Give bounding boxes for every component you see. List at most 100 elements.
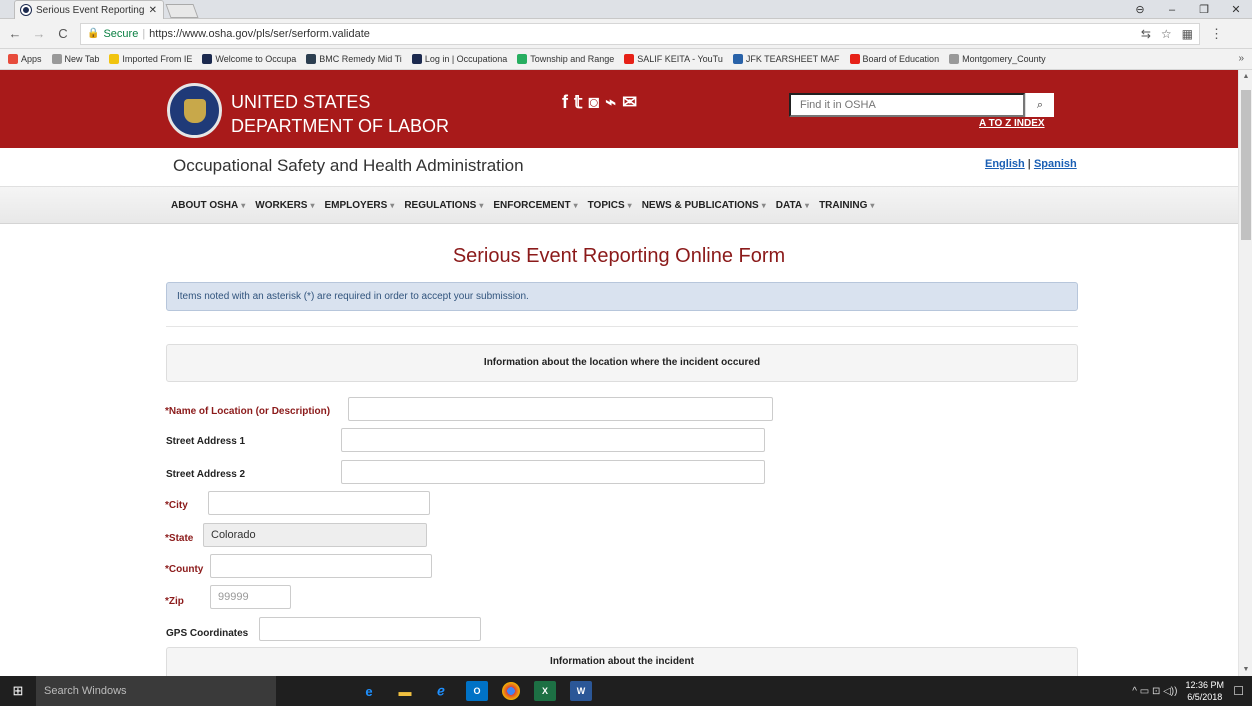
state-field[interactable] bbox=[203, 523, 427, 547]
extension-icon[interactable]: ▦ bbox=[1182, 27, 1193, 41]
browser-tab[interactable]: Serious Event Reporting · ✕ bbox=[14, 0, 164, 19]
city-field[interactable] bbox=[208, 491, 430, 515]
chrome-icon[interactable] bbox=[502, 682, 520, 700]
translate-icon[interactable]: ⇆ bbox=[1141, 27, 1151, 41]
bookmark-item[interactable]: Apps bbox=[8, 54, 42, 64]
excel-icon[interactable]: X bbox=[534, 681, 556, 701]
zip-label: *Zip bbox=[165, 596, 184, 607]
bookmark-item[interactable]: New Tab bbox=[51, 54, 99, 64]
reload-icon[interactable]: C bbox=[56, 26, 70, 41]
nav-item[interactable]: EMPLOYERS ▾ bbox=[325, 200, 395, 211]
nav-item[interactable]: ENFORCEMENT ▾ bbox=[493, 200, 577, 211]
minimize-button[interactable]: – bbox=[1156, 4, 1188, 16]
chevron-down-icon: ▾ bbox=[627, 200, 632, 210]
dol-title[interactable]: UNITED STATES DEPARTMENT OF LABOR bbox=[231, 90, 449, 138]
bookmark-item[interactable]: JFK TEARSHEET MAF bbox=[732, 54, 840, 64]
search-icon[interactable]: ⌕ bbox=[1025, 93, 1054, 117]
clock[interactable]: 12:36 PM 6/5/2018 bbox=[1185, 679, 1224, 703]
zip-label-text: Zip bbox=[168, 596, 184, 607]
gps-coordinates-label: GPS Coordinates bbox=[166, 628, 249, 639]
nav-item[interactable]: NEWS & PUBLICATIONS ▾ bbox=[642, 200, 766, 211]
nav-item[interactable]: TRAINING ▾ bbox=[819, 200, 874, 211]
bookmark-star-icon[interactable]: ☆ bbox=[1161, 27, 1172, 41]
scrollbar-thumb[interactable] bbox=[1241, 90, 1251, 240]
bookmark-icon bbox=[411, 54, 422, 64]
bookmark-icon bbox=[849, 54, 860, 64]
county-field[interactable] bbox=[210, 554, 432, 578]
street-address-1-field[interactable] bbox=[341, 428, 765, 452]
location-name-field[interactable] bbox=[348, 397, 773, 421]
facebook-icon[interactable]: f bbox=[562, 92, 568, 113]
word-icon[interactable]: W bbox=[570, 681, 592, 701]
nav-item-label: TRAINING bbox=[819, 199, 868, 211]
street-address-2-field[interactable] bbox=[341, 460, 765, 484]
nav-item[interactable]: TOPICS ▾ bbox=[588, 200, 632, 211]
bookmark-item[interactable]: BMC Remedy Mid Ti bbox=[306, 54, 402, 64]
system-tray: ^ ▭ ⊡ ◁)) 12:36 PM 6/5/2018 bbox=[1132, 676, 1224, 706]
bookmarks-overflow-icon[interactable]: » bbox=[1238, 53, 1244, 64]
chevron-down-icon: ▾ bbox=[479, 200, 484, 210]
nav-item-label: NEWS & PUBLICATIONS bbox=[641, 199, 759, 211]
tab-title: Serious Event Reporting · bbox=[36, 4, 144, 16]
tab-close-icon[interactable]: ✕ bbox=[149, 5, 157, 16]
osha-favicon-icon bbox=[21, 5, 31, 15]
browser-tab-strip: Serious Event Reporting · ✕ ⊖ – ❐ ✕ bbox=[0, 0, 1252, 19]
internet-explorer-icon[interactable]: ℯ bbox=[430, 681, 452, 701]
street-address-2-label: Street Address 2 bbox=[166, 469, 246, 480]
url-separator: | bbox=[142, 27, 146, 40]
gps-coordinates-field[interactable] bbox=[259, 617, 481, 641]
spanish-link[interactable]: Spanish bbox=[1034, 158, 1077, 170]
nav-item-label: REGULATIONS bbox=[404, 199, 477, 211]
profile-icon[interactable]: ⊖ bbox=[1124, 3, 1156, 16]
taskbar-search-input[interactable]: Search Windows bbox=[36, 676, 276, 706]
chrome-menu-icon[interactable]: ⋮ bbox=[1210, 26, 1223, 42]
maximize-button[interactable]: ❐ bbox=[1188, 3, 1220, 16]
bookmark-item[interactable]: Log in | Occupationa bbox=[411, 54, 508, 64]
nav-item[interactable]: ABOUT OSHA ▾ bbox=[171, 200, 245, 211]
agency-title[interactable]: Occupational Safety and Health Administr… bbox=[173, 156, 524, 176]
bookmark-item[interactable]: Montgomery_County bbox=[949, 54, 1046, 64]
bookmark-item[interactable]: Board of Education bbox=[849, 54, 939, 64]
site-search-input[interactable] bbox=[789, 93, 1025, 117]
instagram-icon[interactable]: ◙ bbox=[588, 92, 599, 113]
dol-seal-logo[interactable] bbox=[167, 83, 222, 138]
dol-title-line2: DEPARTMENT OF LABOR bbox=[231, 116, 450, 136]
back-arrow-icon[interactable]: ← bbox=[8, 26, 22, 41]
rss-icon[interactable]: ⌁ bbox=[605, 92, 616, 113]
email-icon[interactable]: ✉ bbox=[622, 92, 637, 113]
taskbar-apps: e ▬ ℯ O X W bbox=[358, 681, 592, 701]
zip-field[interactable] bbox=[210, 585, 291, 609]
bookmark-item[interactable]: Township and Range bbox=[517, 54, 614, 64]
nav-item[interactable]: REGULATIONS ▾ bbox=[404, 200, 483, 211]
bookmark-label: BMC Remedy Mid Ti bbox=[319, 54, 402, 64]
url-bar[interactable]: 🔒 Secure | https://www.osha.gov/pls/ser/… bbox=[80, 22, 1200, 45]
english-link[interactable]: English bbox=[985, 158, 1025, 170]
notification-icon[interactable]: ☐ bbox=[1233, 684, 1244, 698]
bookmark-icon bbox=[202, 54, 213, 64]
outlook-icon[interactable]: O bbox=[466, 681, 488, 701]
nav-item[interactable]: WORKERS ▾ bbox=[255, 200, 314, 211]
bookmark-item[interactable]: SALIF KEITA - YouTu bbox=[624, 54, 723, 64]
nav-item-label: WORKERS bbox=[255, 199, 308, 211]
bookmark-label: Log in | Occupationa bbox=[424, 54, 508, 64]
bookmark-item[interactable]: Imported From IE bbox=[109, 54, 192, 64]
social-links: f 𝕥 ◙ ⌁ ✉ bbox=[562, 92, 637, 113]
nav-item[interactable]: DATA ▾ bbox=[776, 200, 809, 211]
bookmark-icon bbox=[732, 54, 743, 64]
section-header-incident: Information about the incident bbox=[166, 647, 1078, 676]
edge-icon[interactable]: e bbox=[358, 681, 380, 701]
scroll-down-icon[interactable]: ▼ bbox=[1239, 666, 1252, 673]
a-to-z-index-link[interactable]: A TO Z INDEX bbox=[979, 118, 1045, 129]
tray-icons[interactable]: ^ ▭ ⊡ ◁)) bbox=[1132, 686, 1177, 697]
file-explorer-icon[interactable]: ▬ bbox=[394, 681, 416, 701]
bookmark-item[interactable]: Welcome to Occupa bbox=[202, 54, 296, 64]
chevron-down-icon: ▾ bbox=[870, 200, 875, 210]
twitter-icon[interactable]: 𝕥 bbox=[574, 92, 582, 113]
close-window-button[interactable]: ✕ bbox=[1220, 3, 1252, 16]
forward-arrow-icon[interactable]: → bbox=[32, 26, 46, 41]
page-scrollbar[interactable]: ▲ ▼ bbox=[1238, 70, 1252, 676]
scroll-up-icon[interactable]: ▲ bbox=[1239, 73, 1252, 80]
new-tab-button[interactable] bbox=[165, 4, 199, 18]
windows-start-icon[interactable]: ⊞ bbox=[0, 676, 36, 706]
window-controls: ⊖ – ❐ ✕ bbox=[1124, 0, 1252, 19]
